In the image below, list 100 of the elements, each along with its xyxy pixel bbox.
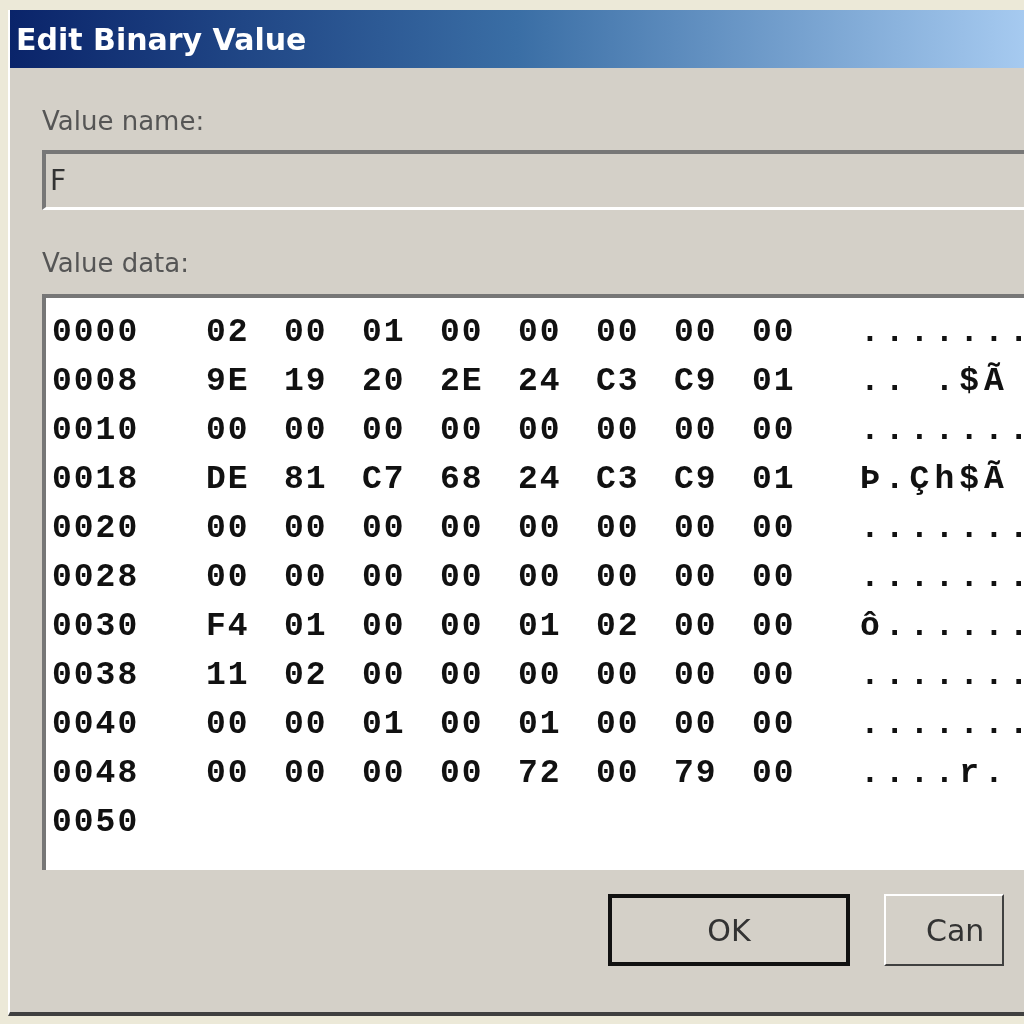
hex-byte: 00 <box>206 559 251 596</box>
hex-byte: 01 <box>518 608 563 645</box>
hex-byte: 00 <box>596 559 641 596</box>
hex-byte: 11 <box>206 657 251 694</box>
hex-byte: 01 <box>362 706 407 743</box>
dialog-button[interactable]: OK <box>608 894 850 966</box>
hex-byte: 00 <box>518 314 563 351</box>
hex-byte: 01 <box>362 314 407 351</box>
hex-byte: 01 <box>752 363 797 400</box>
hex-byte: 00 <box>206 510 251 547</box>
ascii-text: .. .$Ã <box>860 363 1009 400</box>
hex-byte: C9 <box>674 363 719 400</box>
hex-byte: 00 <box>440 608 485 645</box>
hex-byte: 81 <box>284 461 329 498</box>
hex-byte: 00 <box>440 657 485 694</box>
hex-byte: 24 <box>518 461 563 498</box>
hex-byte: 00 <box>674 314 719 351</box>
hex-byte: 19 <box>284 363 329 400</box>
offset-text: 0010 <box>52 412 141 449</box>
hex-byte: 00 <box>752 706 797 743</box>
hex-byte: 68 <box>440 461 485 498</box>
hex-byte: 02 <box>206 314 251 351</box>
hex-byte: 00 <box>362 657 407 694</box>
hex-byte: 00 <box>752 755 797 792</box>
hex-byte: 00 <box>362 412 407 449</box>
hex-byte: 00 <box>596 510 641 547</box>
ascii-text: ....... <box>860 559 1024 596</box>
hex-byte: 00 <box>206 755 251 792</box>
offset-text: 0050 <box>52 804 141 841</box>
hex-byte: C3 <box>596 461 641 498</box>
hex-byte: 00 <box>674 559 719 596</box>
hex-byte: F4 <box>206 608 251 645</box>
hex-byte: C7 <box>362 461 407 498</box>
offset-text: 0048 <box>52 755 141 792</box>
ascii-text: ....... <box>860 314 1024 351</box>
hex-byte: 00 <box>284 412 329 449</box>
hex-byte: 72 <box>518 755 563 792</box>
offset-text: 0028 <box>52 559 141 596</box>
hex-byte: 00 <box>596 314 641 351</box>
hex-byte: 00 <box>206 706 251 743</box>
hex-byte: 9E <box>206 363 251 400</box>
hex-byte: 00 <box>674 608 719 645</box>
offset-text: 0040 <box>52 706 141 743</box>
hex-byte: 00 <box>362 559 407 596</box>
hex-byte: 00 <box>518 510 563 547</box>
hex-byte: 00 <box>440 559 485 596</box>
offset-text: 0008 <box>52 363 141 400</box>
offset-text: 0030 <box>52 608 141 645</box>
hex-byte: 00 <box>362 755 407 792</box>
hex-byte: 2E <box>440 363 485 400</box>
hex-byte: 00 <box>362 608 407 645</box>
ascii-text: ....r. <box>860 755 1009 792</box>
hex-byte: 01 <box>284 608 329 645</box>
hex-byte: 00 <box>440 510 485 547</box>
ascii-text: ....... <box>860 510 1024 547</box>
hex-byte: 00 <box>284 510 329 547</box>
hex-byte: 00 <box>674 510 719 547</box>
hex-byte: 00 <box>674 657 719 694</box>
hex-byte: C3 <box>596 363 641 400</box>
offset-text: 0038 <box>52 657 141 694</box>
hex-byte: 00 <box>440 314 485 351</box>
hex-byte: 01 <box>752 461 797 498</box>
hex-byte: 00 <box>596 657 641 694</box>
hex-byte: 00 <box>518 412 563 449</box>
hex-byte: 00 <box>596 755 641 792</box>
hex-byte: 00 <box>674 412 719 449</box>
hex-byte: 79 <box>674 755 719 792</box>
hex-byte: 00 <box>752 608 797 645</box>
hex-byte: 01 <box>518 706 563 743</box>
hex-byte: 00 <box>440 412 485 449</box>
hex-byte: 00 <box>284 755 329 792</box>
value-name-field[interactable]: F <box>42 150 1024 210</box>
hex-byte: 00 <box>284 559 329 596</box>
hex-byte: 00 <box>596 706 641 743</box>
hex-byte: 20 <box>362 363 407 400</box>
ascii-text: ....... <box>860 706 1024 743</box>
dialog-button[interactable]: Can <box>884 894 1004 966</box>
hex-byte: 00 <box>674 706 719 743</box>
hex-byte: 00 <box>596 412 641 449</box>
hex-byte: DE <box>206 461 251 498</box>
hex-byte: 00 <box>752 412 797 449</box>
hex-byte: 00 <box>518 559 563 596</box>
offset-text: 0000 <box>52 314 141 351</box>
hex-byte: 00 <box>440 706 485 743</box>
offset-text: 0018 <box>52 461 141 498</box>
hex-byte: 00 <box>440 755 485 792</box>
hex-byte: 02 <box>596 608 641 645</box>
offset-text: 0020 <box>52 510 141 547</box>
window-title: Edit Binary Value <box>16 21 307 57</box>
hex-byte: 00 <box>752 510 797 547</box>
hex-byte: 00 <box>284 706 329 743</box>
ascii-text: Þ.Çh$Ã <box>860 461 1009 498</box>
hex-byte: 00 <box>752 657 797 694</box>
hex-byte: 00 <box>518 657 563 694</box>
ascii-text: ....... <box>860 657 1024 694</box>
ascii-text: ....... <box>860 412 1024 449</box>
hex-editor[interactable] <box>42 294 1024 870</box>
value-data-label: Value data: <box>42 248 190 278</box>
hex-byte: C9 <box>674 461 719 498</box>
hex-byte: 00 <box>206 412 251 449</box>
